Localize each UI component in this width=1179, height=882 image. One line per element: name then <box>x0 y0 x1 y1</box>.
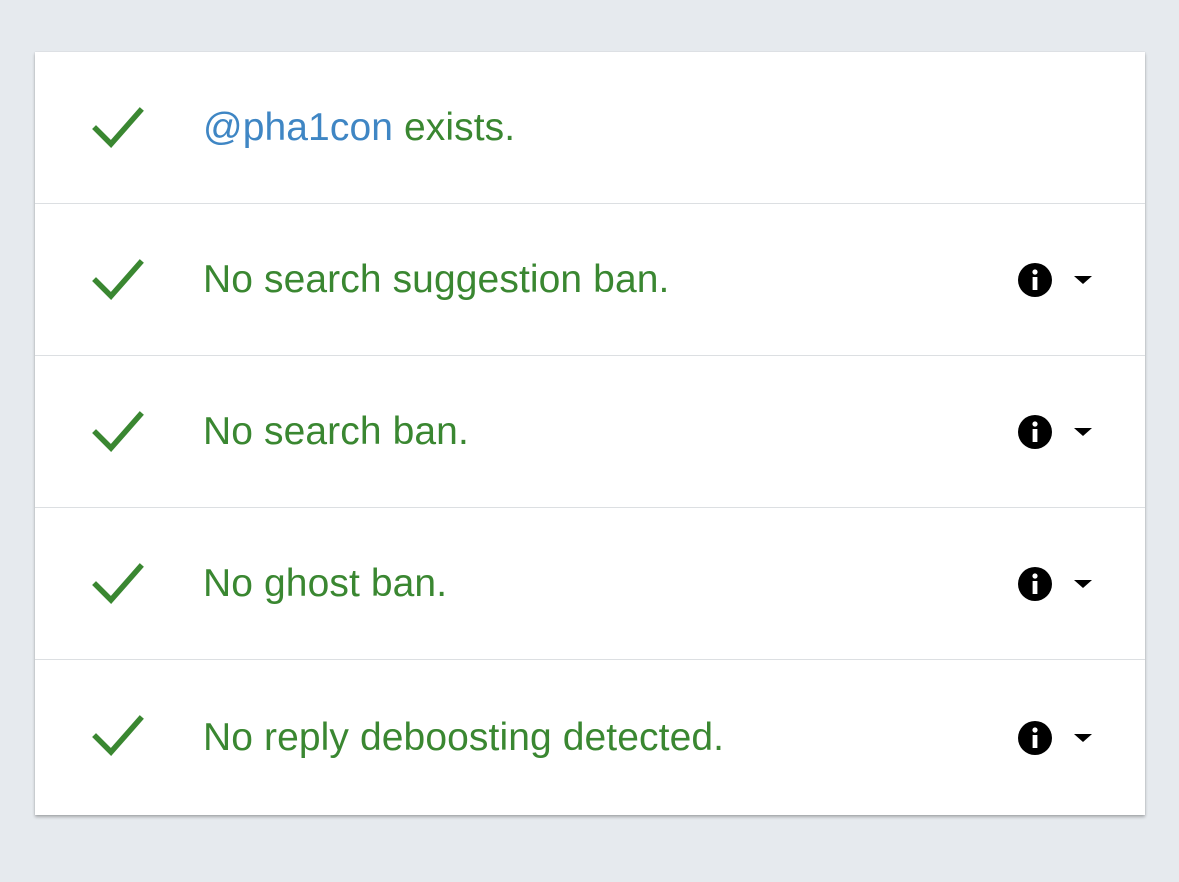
result-row-search-ban: No search ban. <box>35 356 1145 508</box>
account-handle-link[interactable]: @pha1con <box>203 106 393 150</box>
checkmark-icon <box>92 411 144 453</box>
row-actions <box>1017 204 1093 355</box>
result-label: No ghost ban. <box>203 561 448 605</box>
info-icon[interactable] <box>1017 262 1053 298</box>
checkmark-icon <box>92 259 144 301</box>
checkmark-icon <box>92 715 144 757</box>
info-icon[interactable] <box>1017 720 1053 756</box>
result-row-account-exists: @pha1con exists. <box>35 52 1145 204</box>
result-label: No search suggestion ban. <box>203 257 670 301</box>
result-row-ghost-ban: No ghost ban. <box>35 508 1145 660</box>
result-label: @pha1con exists. <box>203 52 515 203</box>
info-icon[interactable] <box>1017 414 1053 450</box>
result-label: No reply deboosting detected. <box>203 715 725 759</box>
caret-down-icon[interactable] <box>1073 578 1093 590</box>
row-actions <box>1017 660 1093 815</box>
caret-down-icon[interactable] <box>1073 426 1093 438</box>
caret-down-icon[interactable] <box>1073 274 1093 286</box>
result-label: No search ban. <box>203 409 469 453</box>
result-row-search-suggestion-ban: No search suggestion ban. <box>35 204 1145 356</box>
result-row-reply-deboosting: No reply deboosting detected. <box>35 660 1145 815</box>
caret-down-icon[interactable] <box>1073 732 1093 744</box>
checkmark-icon <box>92 107 144 149</box>
row-actions <box>1017 356 1093 507</box>
account-exists-text: exists. <box>393 105 516 149</box>
results-card: @pha1con exists. No search suggestion ba… <box>35 52 1145 815</box>
row-actions <box>1017 508 1093 659</box>
checkmark-icon <box>92 563 144 605</box>
info-icon[interactable] <box>1017 566 1053 602</box>
